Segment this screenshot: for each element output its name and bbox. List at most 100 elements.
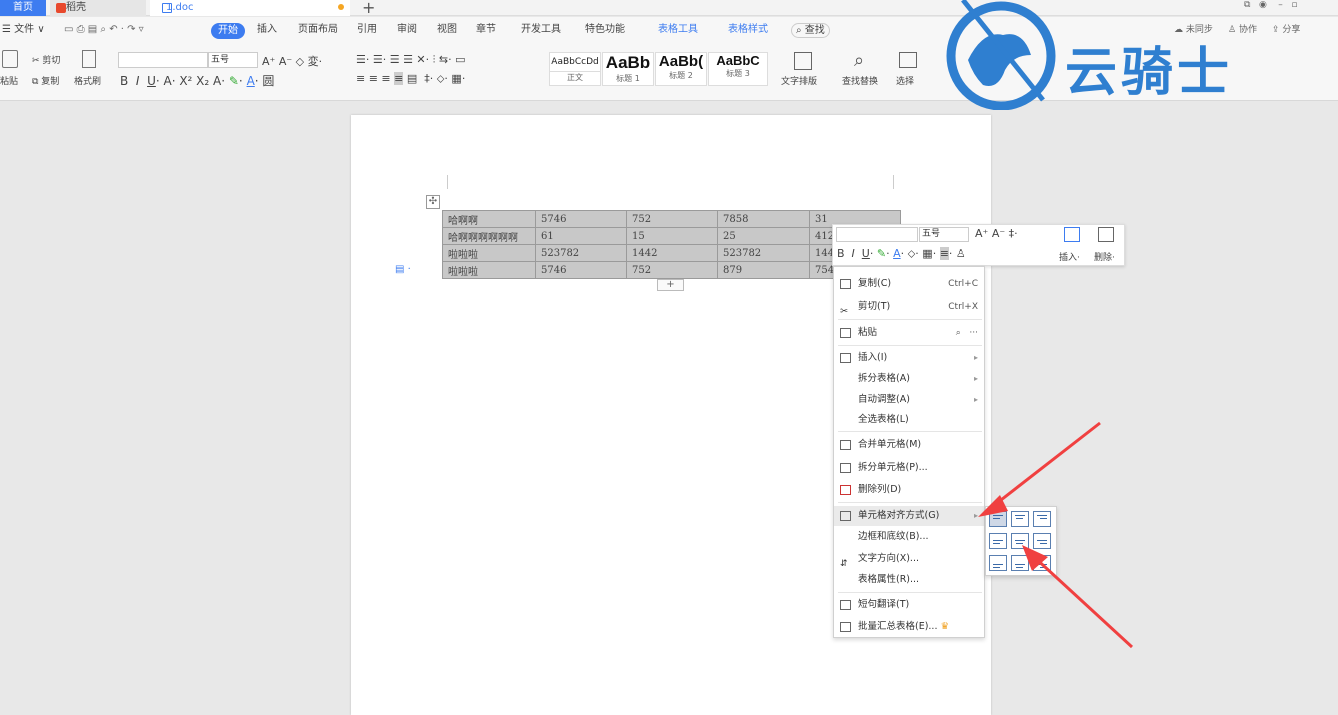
collab-label: 协作 — [1238, 25, 1257, 35]
table-cell[interactable]: 752 — [626, 261, 718, 279]
share-button[interactable]: ⇪ 分享 — [1272, 21, 1300, 39]
font-grow-shrink-icons[interactable]: A⁺ A⁻ ◇ 変· — [262, 53, 322, 69]
mini-delete-button[interactable]: 删除· — [1094, 250, 1115, 263]
list-indent-icons[interactable]: ☰· ☰· ☰ ☰ ✕· ⫶ ⇆· ▭ — [356, 53, 465, 67]
tab-chapter[interactable]: 章节 — [476, 21, 496, 39]
find-replace-button[interactable]: 查找替换 — [842, 74, 878, 87]
menu-copy[interactable]: 复制(C) Ctrl+C — [834, 274, 984, 294]
mini-delete-icon[interactable] — [1098, 227, 1114, 242]
font-family-select[interactable] — [118, 52, 208, 68]
menu-text-direction[interactable]: ⇵ 文字方向(X)... — [834, 549, 984, 569]
menu-auto-fit-label: 自动调整(A) — [858, 394, 910, 405]
daoke-logo-icon — [56, 3, 66, 13]
menu-insert[interactable]: 插入(I) ▸ — [834, 348, 984, 368]
tab-view[interactable]: 视图 — [437, 21, 457, 39]
menu-separator — [838, 319, 982, 320]
tab-developer[interactable]: 开发工具 — [521, 21, 561, 39]
window-controls[interactable]: ⧉ ◉ – ▫ — [1244, 0, 1298, 10]
table-move-handle-icon[interactable]: ✣ — [426, 195, 440, 209]
menu-cell-align[interactable]: 单元格对齐方式(G) ▸ — [834, 506, 984, 526]
menu-split-table[interactable]: 拆分表格(A) ▸ — [834, 369, 984, 389]
menu-copy-shortcut: Ctrl+C — [948, 279, 978, 289]
menu-delete-column[interactable]: 删除列(D) — [834, 480, 984, 500]
text-layout-icon[interactable] — [794, 52, 812, 70]
cut-button[interactable]: ✂ 剪切 — [32, 53, 60, 66]
cell-align-icon — [840, 511, 851, 521]
select-icon[interactable] — [899, 52, 917, 68]
paragraph-marker-icon[interactable]: ▤ · — [395, 264, 411, 275]
tab-layout[interactable]: 页面布局 — [298, 21, 338, 39]
find-replace-icon[interactable]: ⌕ — [854, 50, 864, 71]
paragraph-align-icons[interactable]: ≡ ≡ ≡ ≡ ▤ ‡· ⬦· ▦· — [356, 72, 465, 86]
format-painter-button[interactable]: 格式刷 — [74, 74, 101, 87]
table-cell[interactable]: 25 — [717, 227, 810, 245]
style-heading-3-preview: AaBbC — [716, 53, 760, 68]
table-cell[interactable]: 752 — [626, 210, 718, 228]
tab-insert[interactable]: 插入 — [257, 21, 277, 39]
copy-button[interactable]: ⧉ 复制 — [32, 74, 59, 87]
tab-features[interactable]: 特色功能 — [585, 21, 625, 39]
table-cell[interactable]: 7858 — [717, 210, 810, 228]
tab-home[interactable]: 首页 — [0, 0, 46, 16]
menu-split-cells[interactable]: 拆分单元格(P)... — [834, 458, 984, 478]
table-cell[interactable]: 5746 — [535, 210, 627, 228]
search-box[interactable]: ⌕ 查找 — [791, 23, 830, 38]
tab-review[interactable]: 审阅 — [397, 21, 417, 39]
table-cell[interactable]: 哈啊啊啊啊啊啊 — [442, 227, 536, 245]
table-cell[interactable]: 879 — [717, 261, 810, 279]
menu-table-props[interactable]: 表格属性(R)... — [834, 570, 984, 590]
menu-batch-sum[interactable]: 批量汇总表格(E)... ♛ — [834, 617, 984, 637]
table-cell[interactable]: 5746 — [535, 261, 627, 279]
mini-font-select[interactable] — [836, 227, 918, 242]
menu-auto-fit[interactable]: 自动调整(A) ▸ — [834, 390, 984, 410]
table-cell[interactable]: 523782 — [717, 244, 810, 262]
quick-access-icons[interactable]: ▭ ⎙ ▤ ⌕ ↶ · ↷ ▿ — [64, 21, 144, 39]
style-heading-2[interactable]: AaBb( 标题 2 — [655, 52, 707, 86]
add-row-button[interactable]: + — [657, 279, 684, 291]
submenu-arrow-icon: ▸ — [973, 395, 978, 404]
mini-insert-button[interactable]: 插入· — [1059, 250, 1080, 263]
paste-options-icon[interactable]: ⌕ ··· — [956, 323, 978, 343]
menu-merge-cells-label: 合并单元格(M) — [858, 439, 922, 450]
menu-borders[interactable]: 边框和底纹(B)... — [834, 527, 984, 547]
cut-label: 剪切 — [42, 56, 61, 66]
mini-font-grow-icons[interactable]: A⁺ A⁻ ‡· — [975, 227, 1018, 240]
table-cell[interactable]: 1442 — [626, 244, 718, 262]
font-size-select[interactable]: 五号 — [208, 52, 258, 68]
tab-table-style[interactable]: 表格样式 — [728, 21, 768, 39]
menu-cut-shortcut: Ctrl+X — [948, 302, 978, 312]
mini-insert-icon[interactable] — [1064, 227, 1080, 242]
style-heading-3[interactable]: AaBbC 标题 3 — [708, 52, 768, 86]
menu-file[interactable]: ☰ 文件 ∨ — [2, 21, 45, 39]
menu-select-table[interactable]: 全选表格(L) — [834, 410, 984, 430]
tab-daoke-label: 稻壳 — [66, 2, 86, 13]
table-cell[interactable]: 15 — [626, 227, 718, 245]
search-label: 查找 — [804, 25, 825, 36]
style-normal[interactable]: AaBbCcDd 正文 — [549, 52, 601, 86]
table-cell[interactable]: 61 — [535, 227, 627, 245]
menu-merge-cells[interactable]: 合并单元格(M) — [834, 435, 984, 455]
document-icon — [162, 3, 172, 13]
mini-format-icons[interactable]: B I U· ✎· A· ⬦· ▦· ≡· ♙ — [837, 247, 966, 261]
select-button[interactable]: 选择 — [896, 74, 914, 87]
new-tab-button[interactable]: + — [362, 0, 375, 17]
table-cell[interactable]: 哈啊啊 — [442, 210, 536, 228]
text-layout-button[interactable]: 文字排版 — [781, 74, 817, 87]
format-painter-icon[interactable] — [82, 50, 96, 68]
mini-font-size-select[interactable]: 五号 — [919, 227, 969, 242]
tab-table-tools[interactable]: 表格工具 — [658, 21, 698, 39]
style-heading-1[interactable]: AaBb 标题 1 — [602, 52, 654, 86]
paste-icon[interactable] — [2, 50, 18, 68]
menu-paste[interactable]: 粘贴 ⌕ ··· — [834, 323, 984, 343]
tab-document[interactable]: 1.doc — [150, 0, 350, 16]
tab-start[interactable]: 开始 — [211, 23, 245, 39]
font-format-icons[interactable]: B I U· A· X² X₂ A· ✎· A· 圆 — [120, 72, 274, 89]
table-cell[interactable]: 523782 — [535, 244, 627, 262]
table-cell[interactable]: 啦啦啦 — [442, 244, 536, 262]
tab-reference[interactable]: 引用 — [357, 21, 377, 39]
menu-translate[interactable]: 短句翻译(T) — [834, 595, 984, 615]
crown-icon: ♛ — [940, 621, 950, 632]
table-cell[interactable]: 啦啦啦 — [442, 261, 536, 279]
paste-button[interactable]: 粘贴 — [0, 74, 18, 87]
menu-cut[interactable]: ✂ 剪切(T) Ctrl+X — [834, 297, 984, 317]
